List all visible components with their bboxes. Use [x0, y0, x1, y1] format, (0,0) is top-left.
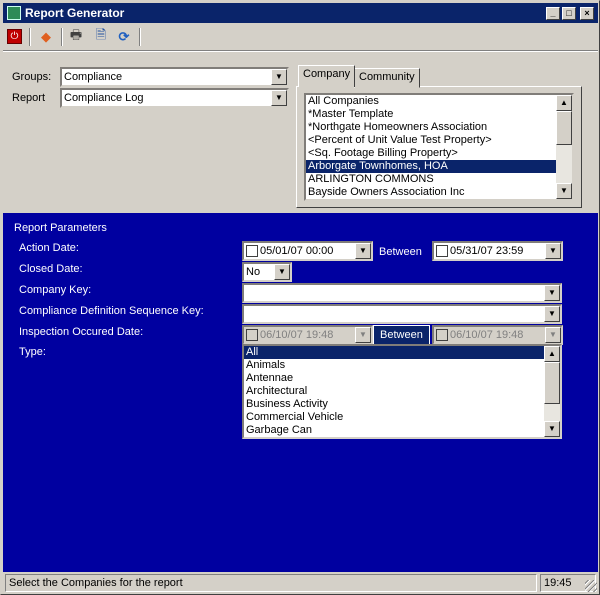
- company-key-combo[interactable]: ▼: [242, 283, 562, 303]
- run-report-icon[interactable]: ◆: [37, 28, 55, 46]
- inspection-to-value: 06/10/07 19:48: [450, 329, 524, 341]
- toolbar-separator: [29, 28, 31, 46]
- cdsk-combo[interactable]: ▼: [242, 304, 562, 324]
- scroll-down-icon[interactable]: ▼: [544, 421, 560, 437]
- inspection-date-from[interactable]: 06/10/07 19:48 ▼: [242, 325, 373, 345]
- status-message: Select the Companies for the report: [5, 574, 537, 592]
- report-label: Report: [12, 92, 46, 104]
- chevron-down-icon[interactable]: ▼: [271, 69, 287, 85]
- company-list-item[interactable]: Bayside Owners Association Inc: [306, 186, 572, 199]
- company-list-scrollbar[interactable]: ▲ ▼: [556, 95, 572, 199]
- toolbar: ⏻ ◆ 🖶 🗎 ⟳: [3, 25, 598, 49]
- action-between-label: Between: [379, 246, 422, 258]
- inspection-between-label: Between: [373, 325, 430, 345]
- tab-community[interactable]: Community: [354, 68, 420, 88]
- chevron-down-icon[interactable]: ▼: [544, 306, 560, 322]
- type-list-scrollbar[interactable]: ▲ ▼: [544, 346, 560, 437]
- type-list-item[interactable]: Business Activity: [244, 398, 560, 411]
- closed-date-value: No: [246, 266, 261, 278]
- company-list-item[interactable]: Arborgate Townhomes, HOA: [306, 160, 572, 173]
- closed-date-label: Closed Date:: [19, 263, 83, 275]
- type-list-item[interactable]: Garbage Can: [244, 424, 560, 437]
- action-date-from[interactable]: 05/01/07 00:00 ▼: [242, 241, 373, 261]
- scroll-up-icon[interactable]: ▲: [556, 95, 572, 111]
- type-list-item[interactable]: All: [244, 346, 560, 359]
- inspection-date-to[interactable]: 06/10/07 19:48 ▼: [432, 325, 563, 345]
- report-generator-window: Report Generator _ □ × ⏻ ◆ 🖶 🗎 ⟳ Groups:…: [0, 0, 600, 595]
- chevron-down-icon[interactable]: ▼: [545, 243, 561, 259]
- params-header: Report Parameters: [14, 222, 107, 234]
- close-button[interactable]: ×: [580, 7, 594, 20]
- cdsk-label: Compliance Definition Sequence Key:: [19, 305, 204, 317]
- report-value: Compliance Log: [64, 92, 144, 104]
- app-icon: [7, 6, 21, 20]
- resize-grip[interactable]: [585, 580, 597, 592]
- type-label: Type:: [19, 346, 46, 358]
- toolbar-separator: [61, 28, 63, 46]
- chevron-down-icon[interactable]: ▼: [355, 327, 371, 343]
- company-list[interactable]: All Companies *Master Template *Northgate …: [304, 93, 574, 201]
- divider: [3, 50, 598, 52]
- action-date-checkbox[interactable]: [246, 245, 258, 257]
- action-date-label: Action Date:: [19, 242, 79, 254]
- type-list[interactable]: All Animals Antennae Architectural Business …: [242, 344, 562, 439]
- closed-date-combo[interactable]: No ▼: [242, 262, 292, 282]
- chevron-down-icon[interactable]: ▼: [271, 90, 287, 106]
- type-list-item[interactable]: Commercial Vehicle: [244, 411, 560, 424]
- inspection-to-checkbox[interactable]: [436, 329, 448, 341]
- company-list-item[interactable]: <Percent of Unit Value Test Property>: [306, 134, 572, 147]
- toolbar-separator: [139, 28, 141, 46]
- power-icon[interactable]: ⏻: [7, 29, 22, 44]
- company-key-label: Company Key:: [19, 284, 92, 296]
- company-list-item[interactable]: *Northgate Homeowners Association: [306, 121, 572, 134]
- type-list-item[interactable]: Antennae: [244, 372, 560, 385]
- scroll-down-icon[interactable]: ▼: [556, 183, 572, 199]
- action-date-to[interactable]: 05/31/07 23:59 ▼: [432, 241, 563, 261]
- action-date-to-checkbox[interactable]: [436, 245, 448, 257]
- preview-icon[interactable]: 🗎: [92, 27, 110, 46]
- report-parameters-panel: Report Parameters Action Date: 05/01/07 …: [3, 213, 598, 572]
- chevron-down-icon[interactable]: ▼: [544, 285, 560, 301]
- status-bar: Select the Companies for the report 19:4…: [3, 573, 598, 593]
- maximize-button[interactable]: □: [562, 7, 576, 20]
- title-bar: Report Generator _ □ ×: [3, 3, 598, 23]
- company-list-item[interactable]: *Master Template: [306, 108, 572, 121]
- report-combo[interactable]: Compliance Log ▼: [60, 88, 289, 108]
- scroll-thumb[interactable]: [544, 362, 560, 404]
- chevron-down-icon[interactable]: ▼: [355, 243, 371, 259]
- print-icon[interactable]: 🖶: [67, 27, 85, 46]
- groups-value: Compliance: [64, 71, 123, 83]
- inspection-date-label: Inspection Occured Date:: [19, 326, 144, 338]
- inspection-from-value: 06/10/07 19:48: [260, 329, 334, 341]
- groups-label: Groups:: [12, 71, 52, 83]
- type-list-item[interactable]: Architectural: [244, 385, 560, 398]
- action-date-from-value: 05/01/07 00:00: [260, 245, 334, 257]
- action-date-to-value: 05/31/07 23:59: [450, 245, 524, 257]
- company-list-item[interactable]: All Companies: [306, 95, 572, 108]
- window-title: Report Generator: [25, 6, 125, 20]
- refresh-icon[interactable]: ⟳: [115, 28, 133, 46]
- chevron-down-icon[interactable]: ▼: [274, 264, 290, 280]
- groups-combo[interactable]: Compliance ▼: [60, 67, 289, 87]
- inspection-from-checkbox[interactable]: [246, 329, 258, 341]
- scroll-thumb[interactable]: [556, 111, 572, 145]
- tab-company[interactable]: Company: [298, 65, 356, 87]
- chevron-down-icon[interactable]: ▼: [545, 327, 561, 343]
- minimize-button[interactable]: _: [546, 7, 560, 20]
- scroll-up-icon[interactable]: ▲: [544, 346, 560, 362]
- type-list-item[interactable]: Animals: [244, 359, 560, 372]
- company-list-item[interactable]: ARLINGTON COMMONS: [306, 173, 572, 186]
- company-list-item[interactable]: <Sq. Footage Billing Property>: [306, 147, 572, 160]
